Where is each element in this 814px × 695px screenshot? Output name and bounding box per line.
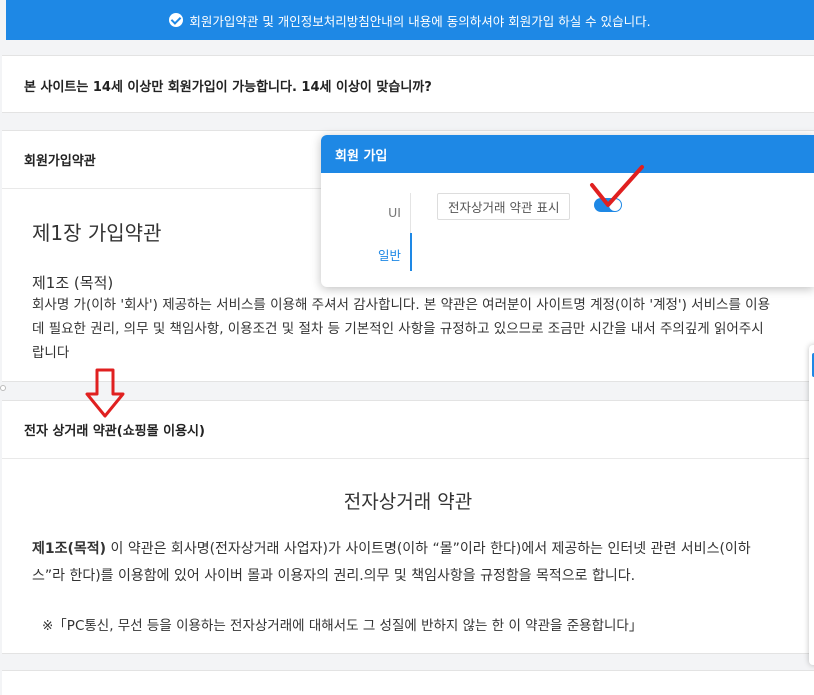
check-circle-icon <box>169 13 184 27</box>
resize-handle[interactable] <box>0 385 6 391</box>
commerce-article-paragraph: 제1조(목적) 이 약관은 회사명(전자상거래 사업자)가 사이트명(이하 “몰… <box>2 536 814 590</box>
sidebar-item-general[interactable]: 일반 <box>378 245 401 264</box>
age-check-card: 본 사이트는 14세 이상만 회원가입이 가능합니다. 14세 이상이 맞습니까… <box>2 55 814 113</box>
sidebar-active-indicator <box>410 233 412 271</box>
consent-banner: 회원가입약관 및 개인정보처리방침안내의 내용에 동의하셔야 회원가입 하실 수… <box>6 0 814 40</box>
commerce-terms-card: 전자 상거래 약관(쇼핑몰 이용시) 전자상거래 약관 제1조(목적) 이 약관… <box>2 400 814 654</box>
banner-text: 회원가입약관 및 개인정보처리방침안내의 내용에 동의하셔야 회원가입 하실 수… <box>189 13 651 29</box>
signup-settings-popup: 회원 가입 UI 일반 전자상거래 약관 표시 <box>321 135 814 287</box>
popup-title: 회원 가입 <box>321 135 814 173</box>
terms-line: 회사명 가(이하 '회사') 제공하는 서비스를 이용해 주셔서 감사합니다. … <box>32 297 770 313</box>
terms-line: 랍니다 <box>32 345 70 361</box>
popup-sidebar: UI 일반 <box>321 173 413 287</box>
next-section-card <box>2 670 814 695</box>
commerce-article-line: 이 약관은 회사명(전자상거래 사업자)가 사이트명(이하 “몰”이라 한다)에… <box>106 541 751 557</box>
commerce-article-label: 제1조(목적) <box>32 541 107 557</box>
side-drawer[interactable] <box>809 345 814 665</box>
commerce-article-line: 스”라 한다)를 이용함에 있어 사이버 몰과 이용자의 권리.의무 및 책임사… <box>32 568 636 584</box>
commerce-terms-body[interactable]: 전자상거래 약관 제1조(목적) 이 약관은 회사명(전자상거래 사업자)가 사… <box>2 459 814 654</box>
red-checkmark-icon <box>590 165 644 207</box>
age-question[interactable]: 본 사이트는 14세 이상만 회원가입이 가능합니다. 14세 이상이 맞습니까… <box>2 56 814 114</box>
commerce-terms-option-label: 전자상거래 약관 표시 <box>437 193 571 220</box>
red-down-arrow-icon <box>85 368 125 418</box>
commerce-terms-title: 전자상거래 약관 <box>343 491 473 513</box>
commerce-note: ※「PC통신, 무선 등을 이용하는 전자상거래에 대해서도 그 성질에 반하지… <box>42 618 643 634</box>
terms-line: 데 필요한 권리, 의무 및 책임사항, 이용조건 및 절차 등 기본적인 사항… <box>32 321 764 337</box>
sidebar-item-ui[interactable]: UI <box>388 205 401 220</box>
